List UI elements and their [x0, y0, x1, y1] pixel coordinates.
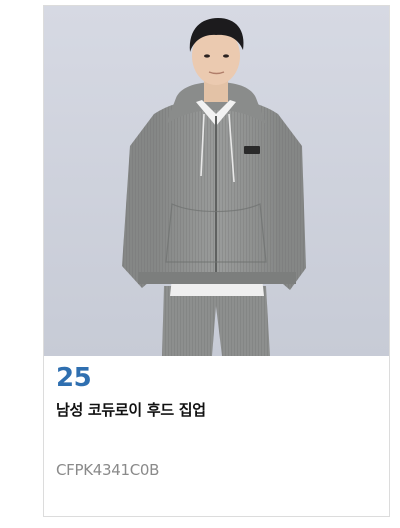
product-code: CFPK4341C0B: [56, 461, 160, 479]
product-name[interactable]: 남성 코듀로이 후드 집업: [56, 400, 206, 420]
rank-number: 25: [56, 363, 92, 393]
product-image[interactable]: [44, 6, 389, 356]
product-card[interactable]: 25 남성 코듀로이 후드 집업 CFPK4341C0B: [43, 5, 390, 517]
model-illustration: [44, 6, 389, 356]
